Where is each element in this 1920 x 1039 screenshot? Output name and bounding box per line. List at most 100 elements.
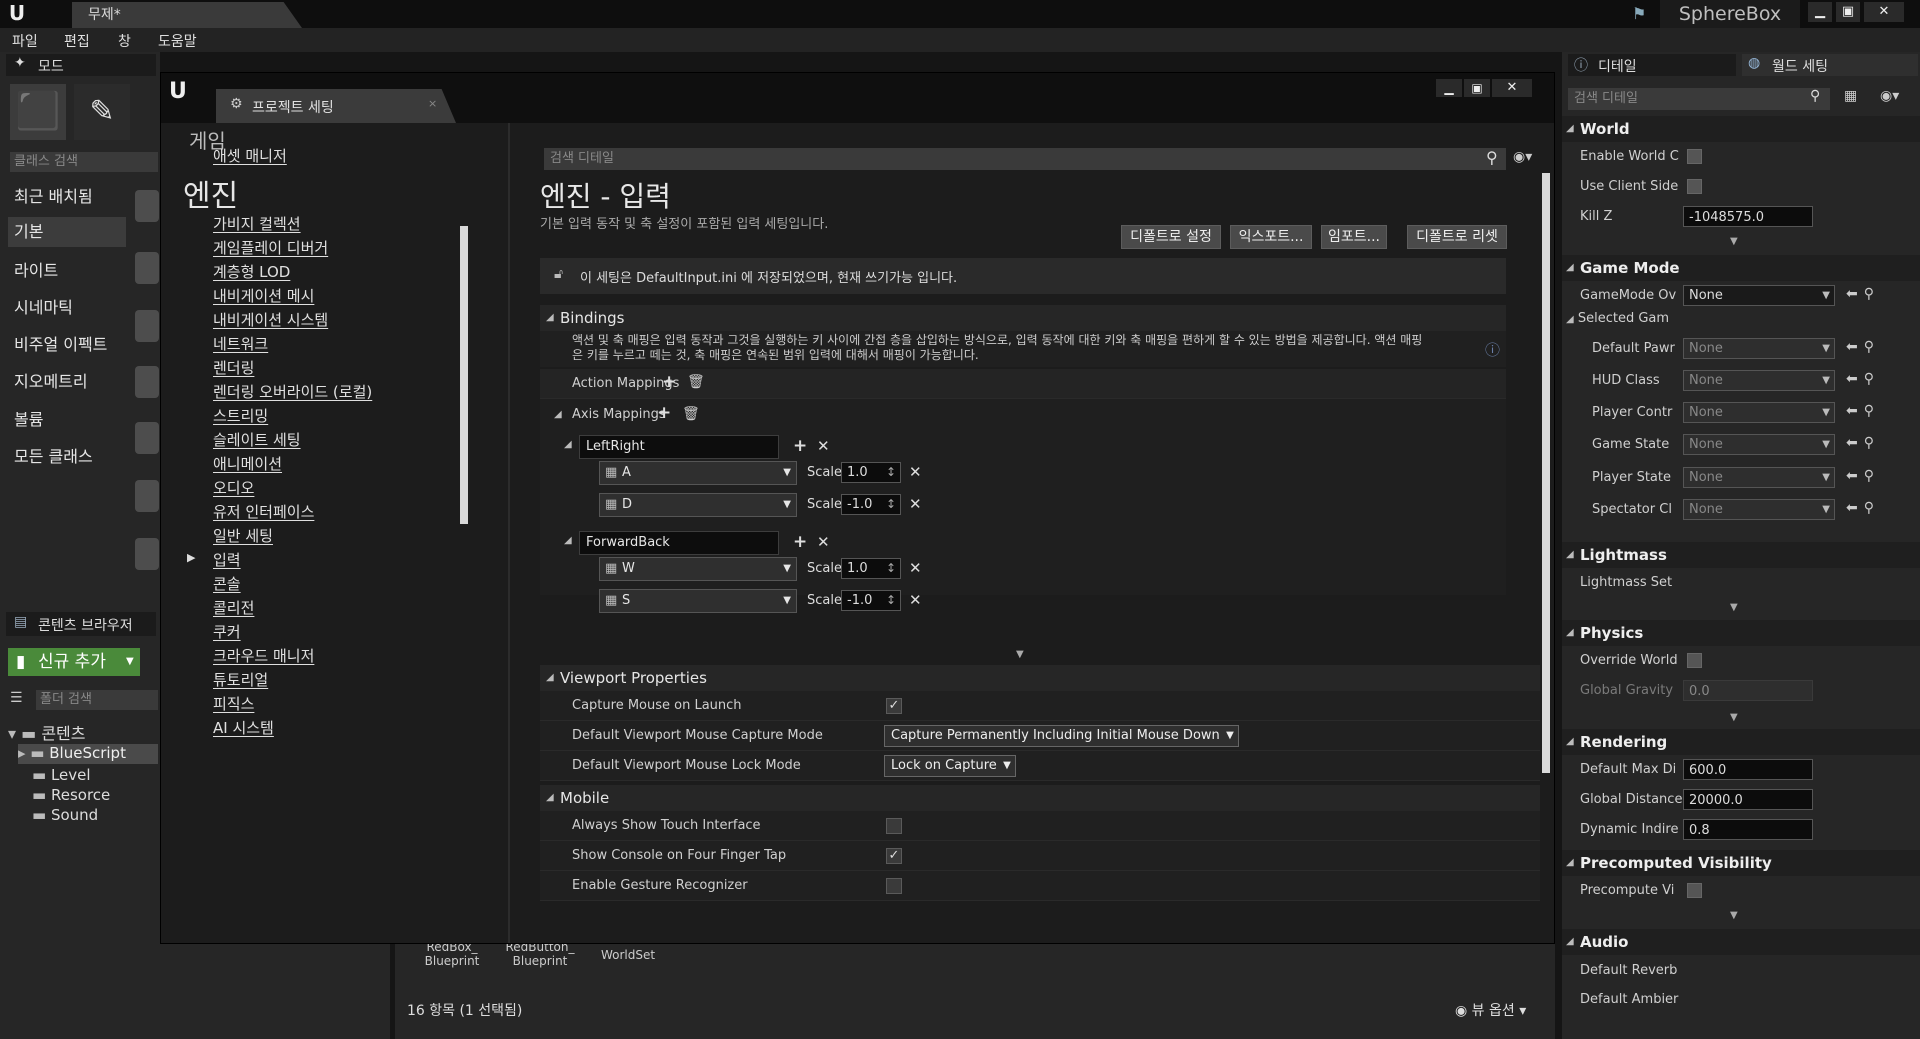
folder-search-input[interactable]: 폴더 검색 (36, 690, 158, 710)
nav-scrollbar[interactable] (460, 226, 468, 524)
nav-rendering-override[interactable]: 렌더링 오버라이드 (로컬) (213, 381, 372, 402)
window-close-button[interactable]: ✕ (1492, 79, 1532, 97)
view-options-button[interactable]: ◉ 뷰 옵션 ▾ (1455, 1000, 1526, 1020)
key-dropdown-d[interactable]: D (599, 493, 797, 517)
actor-thumbnail[interactable] (135, 366, 159, 398)
view-options-icon[interactable]: ◉▾ (1513, 149, 1532, 165)
section-mobile[interactable]: ◢ Mobile (540, 785, 1540, 811)
add-key-icon[interactable]: + (793, 436, 807, 456)
nav-expand-icon[interactable]: ▶ (187, 551, 195, 564)
mode-cat-volumes[interactable]: 볼륨 (8, 405, 126, 435)
nav-collision[interactable]: 콜리전 (213, 597, 254, 618)
settings-search-input[interactable]: 검색 디테일 (544, 148, 1506, 170)
tree-item-bluescript[interactable]: ▸ ▬ BlueScript (18, 744, 158, 764)
mode-cat-recent[interactable]: 최근 배치됨 (8, 182, 126, 212)
collapse-icon[interactable]: ◢ (564, 535, 572, 546)
mode-cat-all-classes[interactable]: 모든 클래스 (8, 442, 126, 472)
mode-cat-cinematic[interactable]: 시네마틱 (8, 293, 126, 323)
hud-class-dropdown[interactable]: None (1683, 370, 1835, 391)
asset-actions-icon[interactable]: ⬅⚲ (1846, 468, 1880, 484)
section-world[interactable]: ◢ World (1562, 116, 1920, 142)
global-distance-input[interactable]: 20000.0 (1683, 789, 1813, 810)
reset-to-defaults-button[interactable]: 디폴트로 리셋 (1407, 225, 1507, 249)
mode-cat-geometry[interactable]: 지오메트리 (8, 367, 126, 397)
nav-asset-manager[interactable]: 애셋 매니저 (213, 145, 287, 166)
scale-input-a[interactable]: 1.0 (841, 462, 901, 483)
document-tab[interactable]: 무제* (72, 2, 302, 28)
mode-paint-icon[interactable]: ✎ (74, 84, 130, 140)
remove-key-icon[interactable]: ✕ (909, 463, 922, 481)
set-as-default-button[interactable]: 디폴트로 설정 (1121, 225, 1221, 249)
help-icon[interactable]: ⓘ (1485, 339, 1500, 360)
settings-scrollbar[interactable] (1542, 173, 1550, 773)
nav-network[interactable]: 네트워크 (213, 333, 268, 354)
section-bindings[interactable]: ◢ Bindings (540, 305, 1506, 331)
add-new-button[interactable]: ▮ 신규 추가 ▼ (8, 648, 140, 676)
axis-name-forwardback[interactable]: ForwardBack (579, 531, 779, 555)
actor-thumbnail[interactable] (135, 252, 159, 284)
section-viewport-properties[interactable]: ◢ Viewport Properties (540, 665, 1540, 691)
game-state-dropdown[interactable]: None (1683, 434, 1835, 455)
nav-animation[interactable]: 애니메이션 (213, 453, 282, 474)
asset-actions-icon[interactable]: ⬅⚲ (1846, 286, 1880, 302)
default-max-distance-input[interactable]: 600.0 (1683, 759, 1813, 780)
maximize-button[interactable]: ▣ (1836, 2, 1860, 22)
nav-console[interactable]: 콘솔 (213, 573, 241, 594)
expand-more-icon[interactable]: ▼ (1730, 236, 1738, 247)
import-button[interactable]: 임포트... (1321, 225, 1387, 249)
project-settings-tab[interactable]: ⚙ 프로젝트 세팅 × (216, 89, 456, 123)
section-physics[interactable]: ◢ Physics (1562, 620, 1920, 646)
remove-key-icon[interactable]: ✕ (909, 591, 922, 609)
close-button[interactable]: ✕ (1864, 2, 1904, 22)
player-controller-dropdown[interactable]: None (1683, 402, 1835, 423)
asset-actions-icon[interactable]: ⬅⚲ (1846, 371, 1880, 387)
menu-edit[interactable]: 편집 (64, 31, 90, 51)
window-maximize-button[interactable]: ▣ (1464, 79, 1490, 97)
use-client-checkbox[interactable] (1687, 179, 1702, 194)
world-settings-tab[interactable]: ◍ 월드 세팅 (1742, 54, 1918, 76)
row-default-reverb[interactable]: Default Reverb (1562, 956, 1920, 986)
actor-thumbnail[interactable] (135, 310, 159, 342)
override-gravity-checkbox[interactable] (1687, 653, 1702, 668)
details-tab[interactable]: ⓘ 디테일 (1568, 54, 1736, 76)
gamemode-override-dropdown[interactable]: None (1683, 285, 1835, 306)
actor-thumbnail[interactable] (135, 480, 159, 512)
nav-cooker[interactable]: 쿠커 (213, 621, 241, 642)
collapse-icon[interactable]: ◢ (554, 409, 562, 420)
unreal-logo-icon[interactable]: U (4, 1, 30, 27)
nav-garbage-collection[interactable]: 가비지 컬렉션 (213, 213, 301, 234)
tree-toggle-icon[interactable]: ☰ (10, 690, 23, 706)
nav-general-settings[interactable]: 일반 세팅 (213, 525, 273, 546)
scale-input-w[interactable]: 1.0 (841, 558, 901, 579)
scale-input-s[interactable]: -1.0 (841, 590, 901, 611)
asset-item[interactable]: RedBox_ Blueprint (407, 940, 497, 968)
capture-mode-dropdown[interactable]: Capture Permanently Including Initial Mo… (884, 725, 1239, 747)
remove-axis-icon[interactable]: ✕ (817, 533, 830, 551)
collapse-icon[interactable]: ◢ (564, 439, 572, 450)
add-axis-mapping-icon[interactable]: + (657, 403, 671, 423)
section-game-mode[interactable]: ◢ Game Mode (1562, 255, 1920, 281)
row-lightmass-settings[interactable]: Lightmass Set (1562, 568, 1920, 598)
key-dropdown-w[interactable]: W (599, 557, 797, 581)
content-browser-tab[interactable]: ▤ 콘텐츠 브라우저 (6, 612, 156, 636)
actor-thumbnail[interactable] (135, 538, 159, 570)
modes-tab[interactable]: ✦ 모드 (6, 54, 156, 76)
details-search-input[interactable]: 검색 디테일 (1568, 88, 1830, 110)
delete-action-mappings-icon[interactable]: 🗑︎ (687, 374, 705, 390)
mode-cat-lights[interactable]: 라이트 (8, 256, 126, 286)
add-action-mapping-icon[interactable]: + (662, 372, 676, 392)
enable-world-checkbox[interactable] (1687, 149, 1702, 164)
nav-streaming[interactable]: 스트리밍 (213, 405, 268, 426)
player-state-dropdown[interactable]: None (1683, 467, 1835, 488)
asset-actions-icon[interactable]: ⬅⚲ (1846, 500, 1880, 516)
menu-file[interactable]: 파일 (12, 31, 38, 51)
nav-tutorial[interactable]: 튜토리얼 (213, 669, 268, 690)
global-gravity-input[interactable]: 0.0 (1683, 680, 1813, 701)
menu-help[interactable]: 도움말 (158, 31, 197, 51)
remove-axis-icon[interactable]: ✕ (817, 437, 830, 455)
tree-item-sound[interactable]: ▬ Sound (32, 806, 98, 824)
key-dropdown-s[interactable]: S (599, 589, 797, 613)
class-search-input[interactable]: 클래스 검색 (10, 152, 158, 172)
scale-input-d[interactable]: -1.0 (841, 494, 901, 515)
axis-name-leftright[interactable]: LeftRight (579, 435, 779, 459)
